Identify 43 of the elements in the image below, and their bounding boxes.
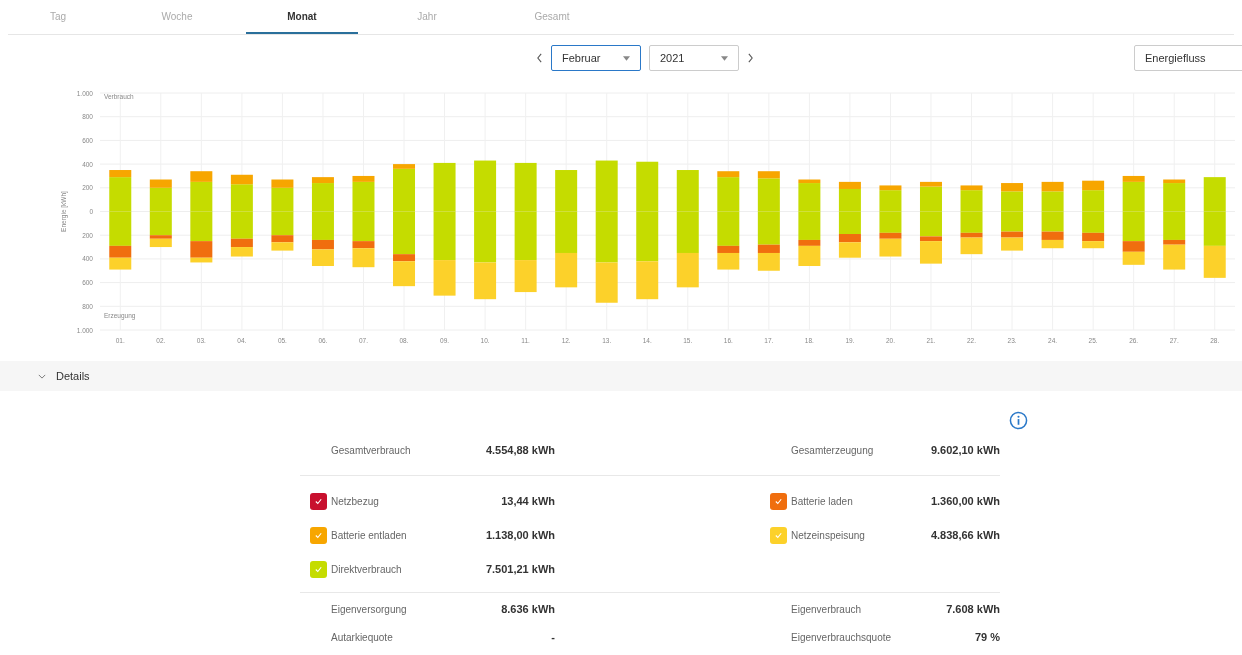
checkmark-icon [314,564,323,574]
info-icon[interactable] [1009,411,1028,430]
detail-value: 4.554,88 kWh [485,444,555,456]
detail-value: 4.838,66 kWh [930,529,1000,541]
detail-label: Gesamterzeugung [790,444,875,456]
detail-value: 1.138,00 kWh [485,529,555,541]
caret-icon [721,55,728,61]
detail-value: 79 % [974,631,1000,643]
checkmark-icon [774,530,783,540]
detail-label: Eigenverbrauch [790,603,863,615]
detail-label: Netzbezug [331,495,380,507]
month-select[interactable]: Februar [551,45,641,71]
legend-checkbox[interactable] [770,526,787,544]
legend-checkbox[interactable] [310,560,327,578]
view-select[interactable]: Energiefluss [1134,45,1242,71]
chevron-right-icon[interactable] [747,53,754,63]
detail-value: 7.501,21 kWh [485,563,555,575]
checkmark-icon [314,496,323,506]
legend-checkbox[interactable] [770,492,787,510]
details-header[interactable]: Details [0,361,1242,391]
detail-label: Direktverbrauch [331,563,403,575]
checkmark-icon [774,496,783,506]
detail-label: Netzeinspeisung [791,529,866,541]
detail-label: Eigenverbrauchsquote [790,631,893,643]
year-select[interactable]: 2021 [649,45,739,71]
detail-value: 1.360,00 kWh [930,495,1000,507]
chevron-left-icon[interactable] [536,53,543,63]
legend-checkbox[interactable] [310,492,327,510]
detail-label: Batterie entladen [331,529,408,541]
detail-label: Autarkiequote [330,631,394,643]
detail-label: Eigenversorgung [330,603,408,615]
detail-label: Batterie laden [791,495,854,507]
checkmark-icon [314,530,323,540]
detail-value: 13,44 kWh [501,495,555,507]
detail-value: 8.636 kWh [501,603,555,615]
chevron-down-icon [38,373,46,379]
detail-value: - [551,631,555,643]
detail-value: 9.602,10 kWh [930,444,1000,456]
caret-icon [623,55,630,61]
period-tab[interactable]: Monat [246,0,358,34]
detail-value: 7.608 kWh [946,603,1000,615]
legend-checkbox[interactable] [310,526,327,544]
detail-label: Gesamtverbrauch [330,444,412,456]
